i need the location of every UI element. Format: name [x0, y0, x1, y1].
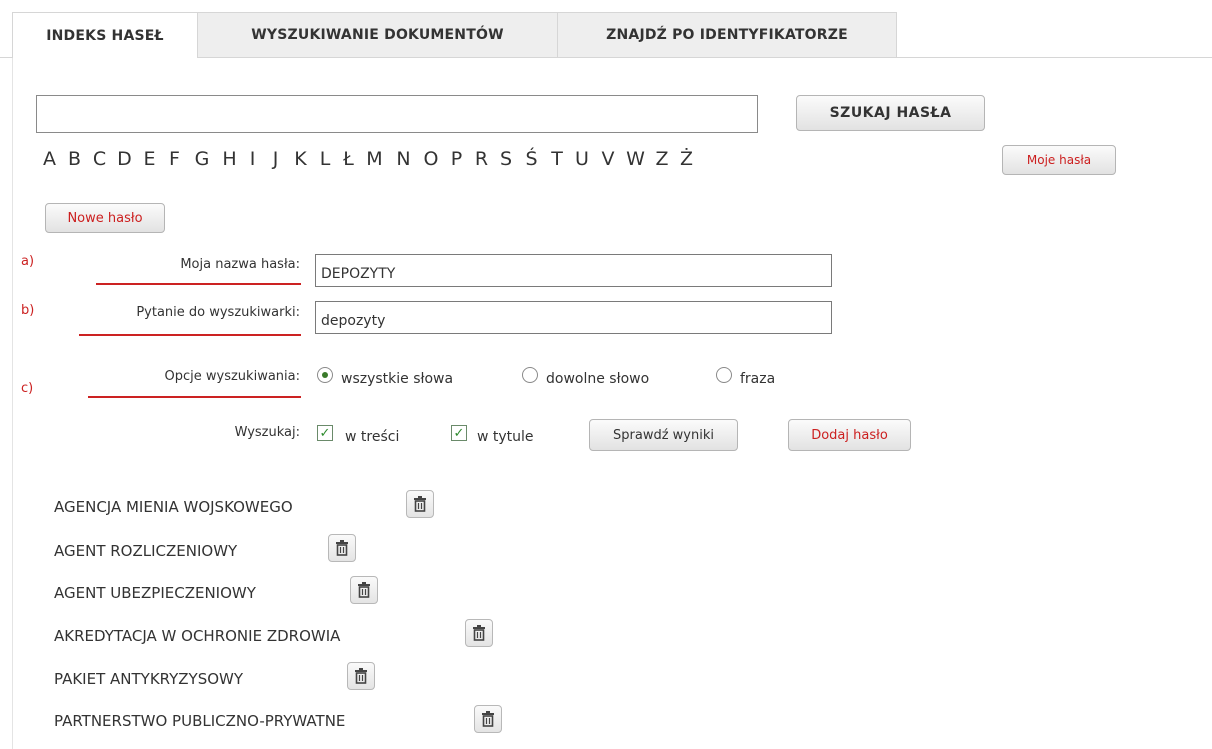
trash-icon[interactable] — [328, 534, 356, 562]
tab-indeks-hasel[interactable]: INDEKS HASEŁ — [12, 12, 198, 58]
alphabet-letter[interactable]: E — [137, 148, 162, 170]
alphabet-letter[interactable]: C — [87, 148, 112, 170]
list-item[interactable]: AKREDYTACJA W OCHRONIE ZDROWIA — [54, 627, 340, 645]
alphabet-letter[interactable]: P — [444, 148, 469, 170]
alphabet-letter[interactable]: Ł — [337, 148, 360, 170]
alphabet-letter[interactable]: H — [217, 148, 242, 170]
alphabet-letter[interactable]: O — [418, 148, 444, 170]
option-any-word-label[interactable]: dowolne słowo — [546, 371, 649, 387]
trash-icon[interactable] — [474, 705, 502, 733]
alphabet-letter[interactable]: R — [469, 148, 494, 170]
trash-icon[interactable] — [350, 576, 378, 604]
panel-border — [12, 57, 13, 749]
option-phrase-label[interactable]: fraza — [740, 371, 775, 387]
alphabet-letter[interactable]: Ż — [674, 148, 699, 170]
option-any-word-radio[interactable] — [522, 367, 538, 383]
alphabet-letter[interactable]: A — [37, 148, 62, 170]
search-options-underline — [88, 396, 301, 398]
alphabet-letter[interactable]: L — [313, 148, 337, 170]
in-content-checkbox[interactable]: ✓ — [317, 425, 333, 441]
marker-b: b) — [21, 303, 35, 318]
list-item[interactable]: AGENT ROZLICZENIOWY — [54, 542, 237, 560]
alphabet-letter[interactable]: N — [389, 148, 418, 170]
alphabet-letter[interactable]: M — [360, 148, 389, 170]
check-results-button[interactable]: Sprawdź wyniki — [589, 419, 738, 451]
search-query-label: Pytanie do wyszukiwarki: — [136, 305, 300, 320]
search-query-field[interactable] — [315, 301, 832, 334]
option-all-words-label[interactable]: wszystkie słowa — [341, 371, 453, 387]
new-entry-button[interactable]: Nowe hasło — [45, 203, 165, 233]
my-entries-button[interactable]: Moje hasła — [1002, 145, 1116, 175]
tab-wyszukiwanie-dokumentow[interactable]: WYSZUKIWANIE DOKUMENTÓW — [197, 12, 558, 57]
alphabet-letter[interactable]: K — [288, 148, 313, 170]
list-item[interactable]: AGENCJA MIENIA WOJSKOWEGO — [54, 498, 293, 516]
alphabet-index: ABCDEFGHIJKLŁMNOPRSŚTUVWZŻ — [37, 148, 699, 170]
marker-c: c) — [21, 381, 34, 396]
search-query-underline — [79, 334, 301, 336]
alphabet-letter[interactable]: J — [263, 148, 288, 170]
in-title-checkbox[interactable]: ✓ — [451, 425, 467, 441]
tab-znajdz-po-identyfikatorze[interactable]: ZNAJDŹ PO IDENTYFIKATORZE — [557, 12, 897, 57]
in-content-label[interactable]: w treści — [345, 429, 399, 445]
alphabet-letter[interactable]: G — [187, 148, 217, 170]
add-entry-button[interactable]: Dodaj hasło — [788, 419, 911, 451]
option-phrase-radio[interactable] — [716, 367, 732, 383]
alphabet-letter[interactable]: W — [621, 148, 650, 170]
alphabet-letter[interactable]: B — [62, 148, 87, 170]
alphabet-letter[interactable]: D — [112, 148, 137, 170]
trash-icon[interactable] — [465, 619, 493, 647]
alphabet-letter[interactable]: Z — [650, 148, 674, 170]
alphabet-letter[interactable]: S — [494, 148, 518, 170]
list-item[interactable]: PAKIET ANTYKRYZYSOWY — [54, 670, 243, 688]
alphabet-letter[interactable]: Ś — [518, 148, 545, 170]
option-all-words-radio[interactable] — [317, 367, 333, 383]
alphabet-letter[interactable]: I — [242, 148, 263, 170]
search-options-label: Opcje wyszukiwania: — [164, 369, 300, 384]
list-item[interactable]: AGENT UBEZPIECZENIOWY — [54, 584, 256, 602]
alphabet-letter[interactable]: V — [595, 148, 621, 170]
trash-icon[interactable] — [347, 662, 375, 690]
entry-name-underline — [96, 283, 301, 285]
entry-name-label: Moja nazwa hasła: — [180, 257, 300, 272]
search-entry-button[interactable]: SZUKAJ HASŁA — [796, 95, 985, 131]
marker-a: a) — [21, 254, 35, 269]
entry-name-field[interactable] — [315, 254, 832, 287]
search-input[interactable] — [36, 95, 758, 133]
list-item[interactable]: PARTNERSTWO PUBLICZNO-PRYWATNE — [54, 712, 345, 730]
trash-icon[interactable] — [406, 490, 434, 518]
in-title-label[interactable]: w tytule — [477, 429, 534, 445]
alphabet-letter[interactable]: U — [569, 148, 595, 170]
alphabet-letter[interactable]: T — [545, 148, 569, 170]
alphabet-letter[interactable]: F — [162, 148, 187, 170]
search-in-label: Wyszukaj: — [234, 425, 300, 440]
